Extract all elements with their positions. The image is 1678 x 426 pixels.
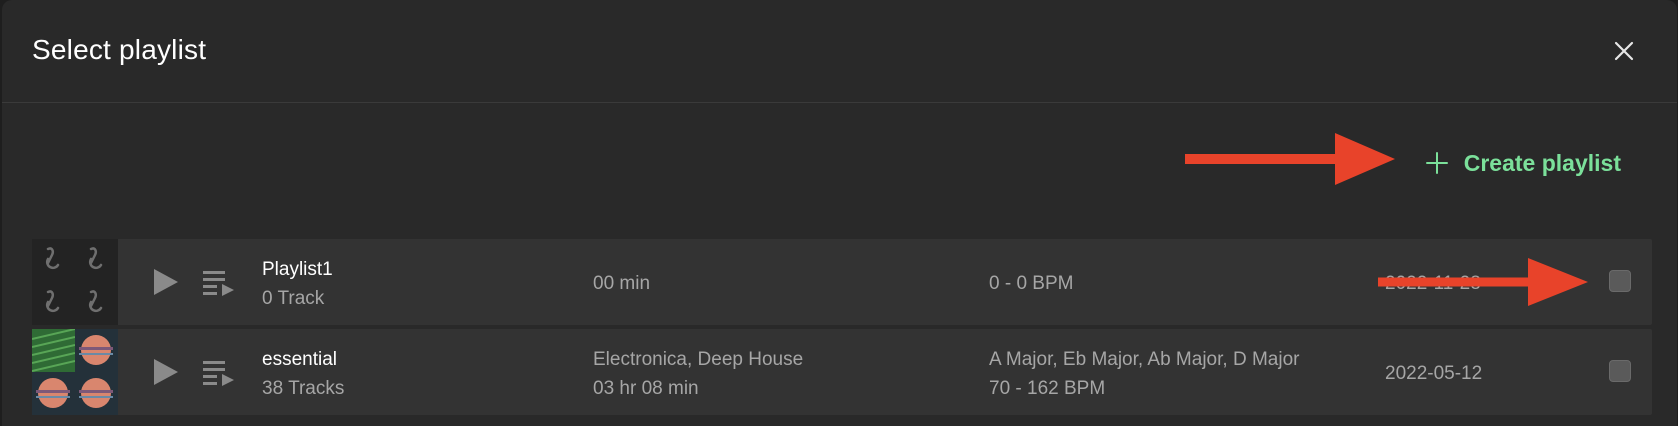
playlist-genres: Electronica, Deep House — [593, 349, 804, 370]
create-playlist-button[interactable]: Create playlist — [1425, 143, 1621, 183]
dialog-title: Select playlist — [32, 34, 207, 65]
add-to-queue-icon[interactable] — [202, 356, 236, 388]
close-icon[interactable] — [1611, 38, 1637, 64]
select-checkbox[interactable] — [1609, 360, 1631, 382]
logo-icon — [88, 247, 103, 270]
plus-icon — [1425, 152, 1448, 174]
select-checkbox[interactable] — [1609, 270, 1631, 292]
play-icon[interactable] — [150, 357, 180, 387]
create-playlist-label: Create playlist — [1463, 149, 1621, 176]
playlist-name: Playlist1 — [262, 259, 333, 280]
logo-icon — [45, 290, 60, 313]
playlist-bpm-range: 0 - 0 BPM — [989, 273, 1074, 294]
playlist-name: essential — [262, 349, 337, 370]
cover-art-tile — [32, 372, 75, 415]
playlist-duration: 00 min — [593, 273, 651, 294]
playlist-cover-placeholder — [32, 239, 118, 325]
logo-icon — [88, 290, 103, 313]
playlist-list: Playlist1 0 Track 00 min 0 - 0 BPM 2022-… — [32, 239, 1652, 419]
playlist-keys: A Major, Eb Major, Ab Major, D Major — [989, 349, 1300, 370]
playlist-row[interactable]: essential 38 Tracks Electronica, Deep Ho… — [32, 329, 1652, 415]
annotation-arrow-checkbox — [1378, 258, 1588, 306]
cover-art-tile — [75, 372, 118, 415]
playlist-track-count: 0 Track — [262, 288, 325, 309]
playlist-cover — [32, 329, 118, 415]
cover-art-tile — [32, 329, 75, 372]
annotation-arrow-create — [1185, 133, 1395, 185]
dialog-toolbar: Create playlist — [2, 103, 1677, 233]
playlist-duration: 03 hr 08 min — [593, 378, 699, 399]
playlist-track-count: 38 Tracks — [262, 378, 345, 399]
play-icon[interactable] — [150, 267, 180, 297]
logo-icon — [45, 247, 60, 270]
dialog-header: Select playlist — [2, 0, 1677, 103]
add-to-queue-icon[interactable] — [202, 266, 236, 298]
playlist-bpm-range: 70 - 162 BPM — [989, 378, 1106, 399]
playlist-date: 2022-05-12 — [1385, 363, 1483, 384]
playlist-row[interactable]: Playlist1 0 Track 00 min 0 - 0 BPM 2022-… — [32, 239, 1652, 325]
select-playlist-dialog: Select playlist Create playlist Playlist… — [2, 0, 1677, 426]
cover-art-tile — [75, 329, 118, 372]
